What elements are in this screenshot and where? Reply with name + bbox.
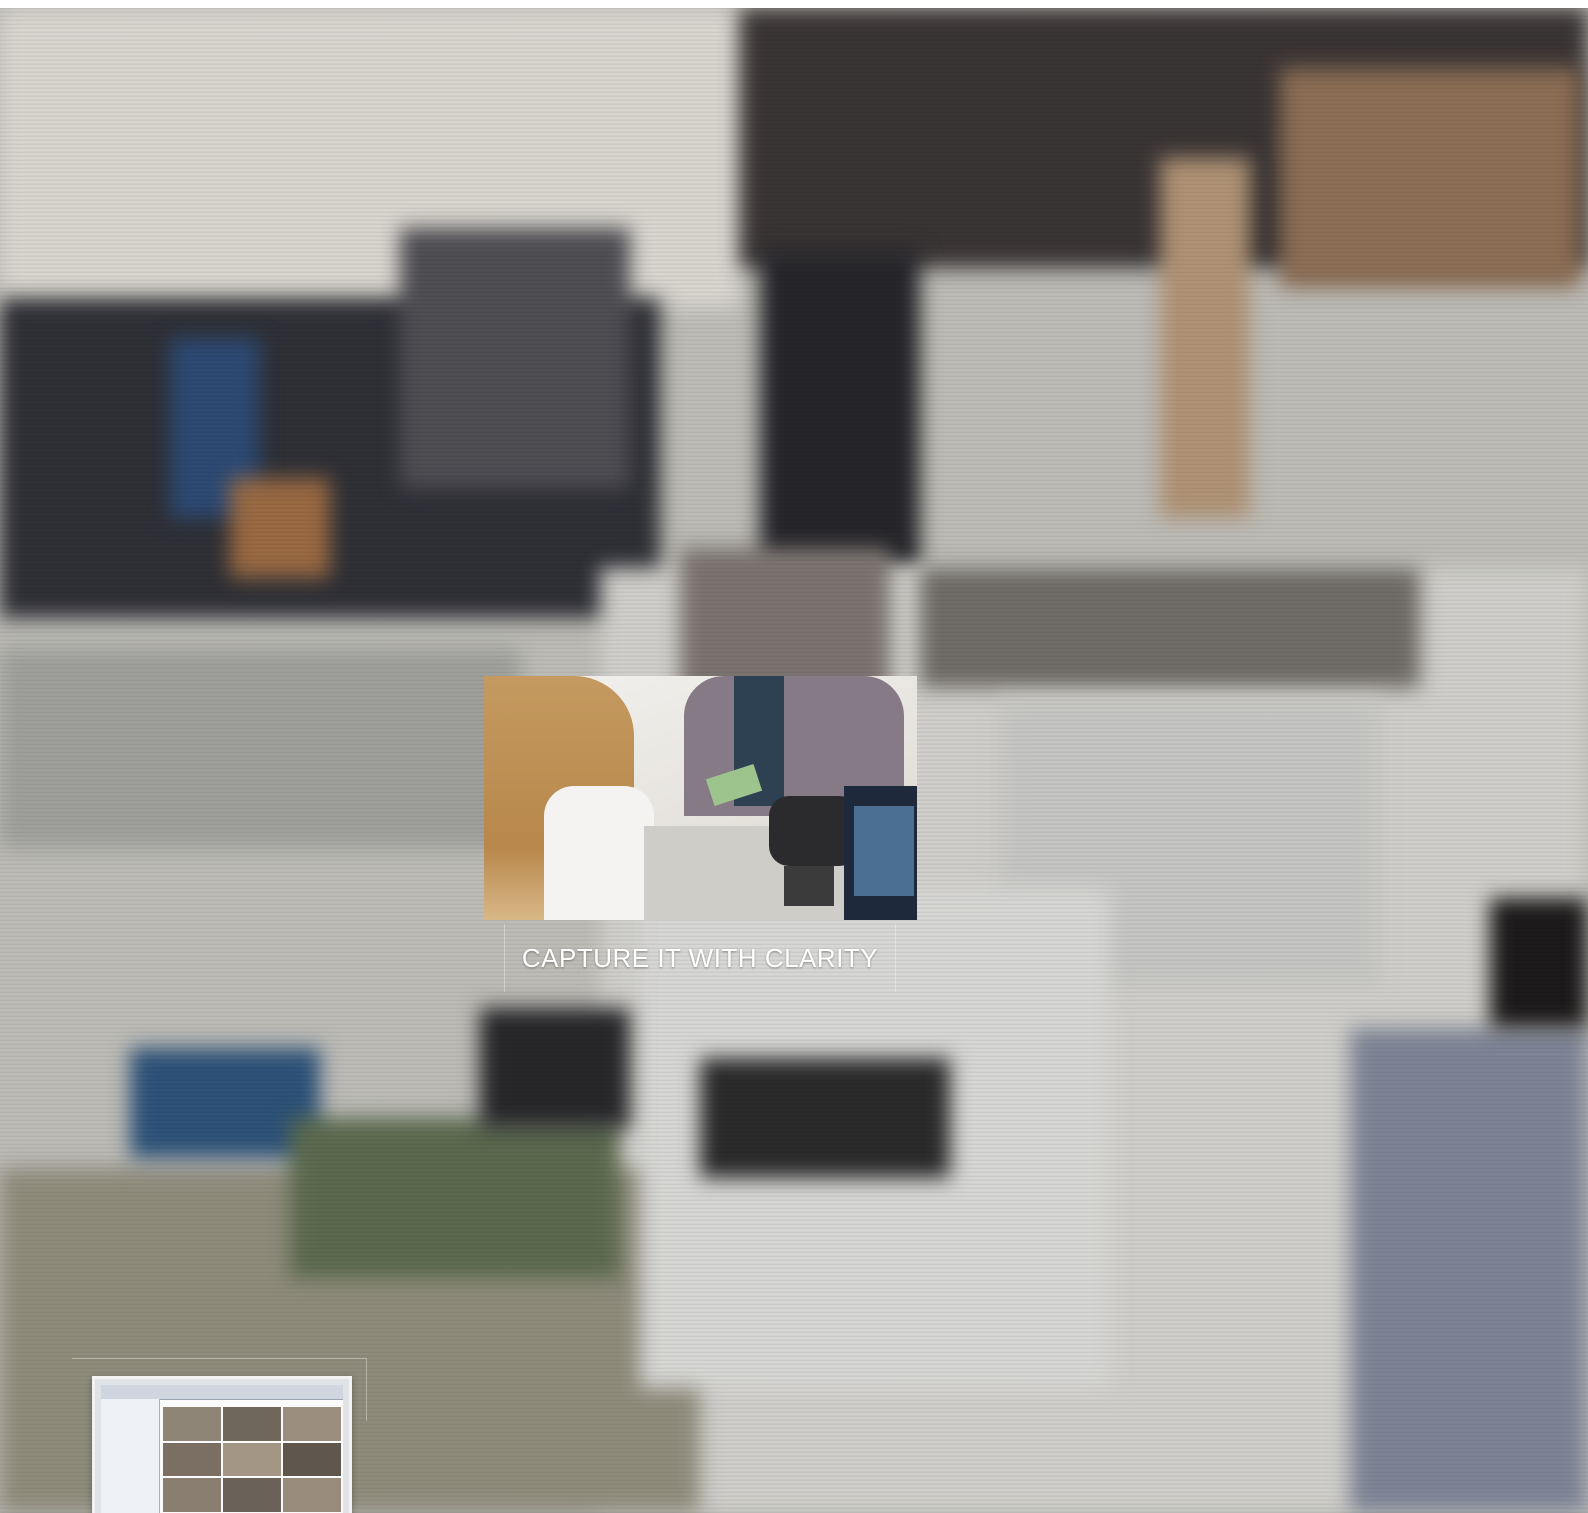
- camera-tile: [163, 1442, 221, 1477]
- camera-tile: [283, 1442, 341, 1477]
- software-screen: [101, 1385, 343, 1513]
- camera-tile: [283, 1407, 341, 1441]
- monitor-software-preview-icon: [92, 1376, 352, 1513]
- caption-panel: CAPTURE IT WITH CLARITY: [504, 924, 896, 992]
- camera-tile: [223, 1442, 281, 1477]
- camera-tile: [163, 1478, 221, 1512]
- camera-tile: [223, 1407, 281, 1441]
- camera-tile: [223, 1478, 281, 1512]
- camera-tile: [163, 1407, 221, 1441]
- transaction-photo: [484, 676, 917, 920]
- hero-page: CAPTURE IT WITH CLARITY: [0, 0, 1588, 1513]
- caption-heading: CAPTURE IT WITH CLARITY: [521, 942, 879, 973]
- software-toolbar: [101, 1385, 343, 1400]
- software-sidebar: [101, 1399, 160, 1513]
- camera-grid: [163, 1407, 341, 1512]
- camera-tile: [283, 1478, 341, 1512]
